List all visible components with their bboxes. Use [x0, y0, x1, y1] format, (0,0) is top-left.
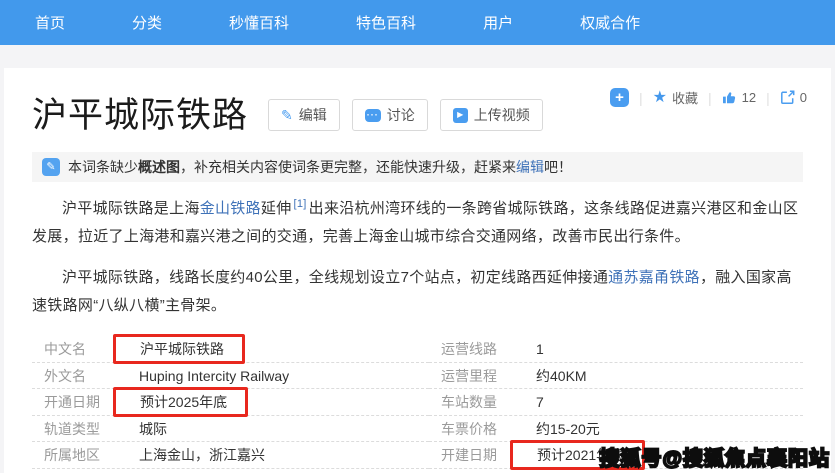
info-row-track-type: 轨道类型 城际	[32, 416, 429, 443]
info-row-region: 所属地区 上海金山，浙江嘉兴	[32, 442, 429, 469]
nav-item-authority-coop[interactable]: 权威合作	[580, 12, 640, 33]
highlight-box: 预计2025年底	[113, 387, 248, 417]
nav-item-home[interactable]: 首页	[35, 12, 65, 33]
jinshan-railway-link[interactable]: 金山铁路	[200, 200, 261, 217]
divider: |	[639, 90, 643, 106]
edit-button-label: 编辑	[299, 105, 327, 125]
page-title: 沪平城际铁路	[32, 96, 248, 136]
nav-item-miaodong-baike[interactable]: 秒懂百科	[229, 12, 289, 33]
baike-page: { "navbar": { "items": ["首页", "分类", "秒懂百…	[0, 0, 835, 473]
title-buttons: ✎ 编辑 ··· 讨论 ▶ 上传视频	[268, 99, 543, 131]
info-column-left: 中文名 沪平城际铁路 外文名 Huping Intercity Railway …	[32, 336, 429, 469]
speech-bubble-icon: ···	[365, 109, 381, 122]
summary-paragraph-2: 沪平城际铁路，线路长度约40公里，全线规划设立7个站点，初定线路西延伸接通通苏嘉…	[32, 264, 803, 320]
pencil-icon: ✎	[281, 108, 293, 122]
highlight-box: 沪平城际铁路	[113, 334, 245, 364]
missing-overview-notice: ✎ 本词条缺少概述图，补充相关内容使词条更完整，还能快速升级，赶紧来编辑吧！	[32, 152, 803, 182]
entry-card: + | ★ 收藏 | 12 | 0 沪平城际铁路 ✎ 编辑	[4, 68, 831, 473]
discuss-button[interactable]: ··· 讨论	[352, 99, 428, 131]
pencil-icon: ✎	[42, 158, 60, 176]
info-row-mileage: 运营里程 约40KM	[429, 363, 803, 390]
upload-video-button[interactable]: ▶ 上传视频	[440, 99, 543, 131]
tongsujiayong-railway-link[interactable]: 通苏嘉甬铁路	[608, 269, 700, 286]
upload-button-label: 上传视频	[474, 105, 530, 125]
collect-button[interactable]: ★ 收藏	[653, 88, 698, 107]
info-row-chinese-name: 中文名 沪平城际铁路	[32, 336, 429, 363]
info-row-foreign-name: 外文名 Huping Intercity Railway	[32, 363, 429, 390]
nav-item-tese-baike[interactable]: 特色百科	[356, 12, 416, 33]
top-navbar: 首页 分类 秒懂百科 特色百科 用户 权威合作	[0, 0, 835, 45]
edit-button[interactable]: ✎ 编辑	[268, 99, 340, 131]
star-icon: ★	[653, 90, 667, 106]
play-icon: ▶	[453, 108, 468, 123]
share-icon	[780, 90, 795, 105]
collect-label: 收藏	[672, 88, 698, 107]
like-count: 12	[742, 90, 756, 105]
info-row-station-count: 车站数量 7	[429, 389, 803, 416]
divider: |	[708, 90, 712, 106]
thumb-up-icon	[722, 90, 737, 105]
notice-text: 本词条缺少概述图，补充相关内容使词条更完整，还能快速升级，赶紧来编辑吧！	[68, 157, 572, 177]
reference-1-link[interactable]: [1]	[294, 198, 307, 210]
entry-actions: + | ★ 收藏 | 12 | 0	[610, 88, 807, 107]
nav-item-category[interactable]: 分类	[132, 12, 162, 33]
share-count: 0	[800, 90, 807, 105]
info-row-open-date: 开通日期 预计2025年底	[32, 389, 429, 416]
summary-paragraph-1: 沪平城际铁路是上海金山铁路延伸[1]出来沿杭州湾环线的一条跨省城际铁路，这条线路…	[32, 195, 803, 251]
divider: |	[766, 90, 770, 106]
like-button[interactable]: 12	[722, 90, 756, 105]
share-button[interactable]: 0	[780, 90, 807, 105]
info-row-lines: 运营线路 1	[429, 336, 803, 363]
discuss-button-label: 讨论	[387, 105, 415, 125]
notice-edit-link[interactable]: 编辑	[516, 159, 544, 175]
add-icon[interactable]: +	[610, 88, 629, 107]
sohu-watermark: 搜狐号@搜狐焦点襄阳站	[599, 442, 830, 471]
info-row-ticket-price: 车票价格 约15-20元	[429, 416, 803, 443]
nav-item-user[interactable]: 用户	[483, 12, 513, 33]
